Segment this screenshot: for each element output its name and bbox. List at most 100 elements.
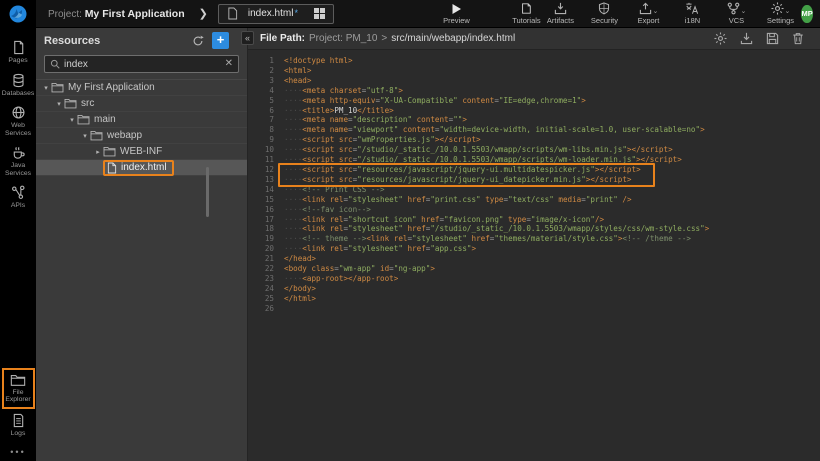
tree-item-label: src (81, 98, 94, 109)
file-explorer-icon (10, 373, 26, 387)
line-number: 1 (248, 56, 274, 66)
line-number: 25 (248, 294, 274, 304)
tree-collapse-arrow[interactable]: ▾ (67, 116, 77, 124)
tree-collapse-arrow[interactable]: ▾ (54, 100, 64, 108)
line-number: 22 (248, 264, 274, 274)
code-line: </html> (284, 294, 820, 304)
folder-icon (77, 114, 90, 125)
tree-item-src[interactable]: ▾ src (36, 96, 247, 112)
sidebar-item-databases[interactable]: Databases (1, 69, 35, 102)
export-button[interactable]: ⌄ Export (631, 2, 665, 25)
export-icon (639, 2, 652, 15)
tree-item-index-html[interactable]: index.html (36, 160, 247, 176)
logs-icon (12, 413, 25, 428)
code-line: ····<script src="resources/javascript/jq… (284, 175, 820, 185)
tree-item-webapp[interactable]: ▾ webapp (36, 128, 247, 144)
code-area[interactable]: 1234567891011121314151617181920212223242… (248, 50, 820, 461)
chevron-right-icon[interactable]: ❯ (199, 7, 208, 20)
vcs-button[interactable]: ⌄ VCS (719, 2, 753, 25)
tree-item-label: WEB-INF (120, 146, 162, 157)
code-editor: File Path: Project: PM_10 > src/main/web… (248, 28, 820, 461)
delete-file-icon[interactable] (792, 32, 804, 45)
code-line: ····<link rel="stylesheet" href="/studio… (284, 224, 820, 234)
grid-view-icon[interactable] (314, 8, 326, 20)
file-icon (227, 7, 238, 20)
code-line: ····<!-- theme --><link rel="stylesheet"… (284, 234, 820, 244)
line-number: 4 (248, 86, 274, 96)
collapse-panel-button[interactable]: « (241, 31, 254, 45)
sidebar-more-icon[interactable]: ••• (10, 441, 25, 461)
sidebar-item-java-services[interactable]: Java Services (1, 141, 35, 181)
code-line: <!doctype html> (284, 56, 820, 66)
code-line: ····<title>PM_10</title> (284, 106, 820, 116)
line-number: 8 (248, 125, 274, 135)
tree-item-web-inf[interactable]: ▸ WEB-INF (36, 144, 247, 160)
panel-scrollbar[interactable] (206, 167, 209, 217)
security-button[interactable]: Security (587, 2, 621, 25)
line-number: 11 (248, 155, 274, 165)
file-path-label: File Path: (260, 33, 305, 44)
project-breadcrumb: Project: My First Application (48, 8, 185, 20)
project-name: My First Application (85, 8, 185, 20)
save-file-icon[interactable] (766, 32, 779, 45)
tutorials-button[interactable]: Tutorials (509, 2, 543, 25)
line-number: 12 (248, 165, 274, 175)
apis-icon (11, 185, 26, 200)
i18n-icon (685, 2, 699, 15)
project-label: Project: (48, 9, 82, 20)
line-number-gutter: 1234567891011121314151617181920212223242… (248, 56, 274, 314)
sidebar-item-logs[interactable]: Logs (1, 409, 35, 442)
folder-icon (103, 146, 116, 157)
code-line: <body class="wm-app" id="ng-app"> (284, 264, 820, 274)
code-line: <html> (284, 66, 820, 76)
file-path-project: Project: PM_10 (309, 33, 377, 44)
editor-settings-icon[interactable] (714, 32, 727, 45)
tree-item-my-first-application[interactable]: ▾ My First Application (36, 80, 247, 96)
artifacts-icon (554, 2, 567, 15)
pages-icon (11, 40, 26, 55)
download-file-icon[interactable] (740, 32, 753, 45)
play-icon (451, 2, 462, 15)
tree-collapse-arrow[interactable]: ▾ (41, 84, 51, 92)
line-number: 13 (248, 175, 274, 185)
file-icon (107, 162, 117, 174)
tree-item-label: index.html (121, 162, 167, 173)
line-number: 2 (248, 66, 274, 76)
open-file-tab[interactable]: index.html* (218, 4, 335, 24)
clear-search-icon[interactable]: ✕ (225, 59, 233, 69)
resources-panel: Resources + « ✕ ▾ My First Application ▾… (36, 28, 248, 461)
refresh-icon[interactable] (192, 35, 204, 47)
line-number: 7 (248, 115, 274, 125)
add-resource-button[interactable]: + (212, 32, 229, 49)
code-line: ····<script src="/studio/_static_/10.0.1… (284, 155, 820, 165)
settings-button[interactable]: ⌄ Settings (763, 2, 797, 25)
code-line: ····<meta name="viewport" content="width… (284, 125, 820, 135)
file-path-separator: > (381, 33, 387, 44)
tree-item-main[interactable]: ▾ main (36, 112, 247, 128)
sidebar-item-file-explorer[interactable]: File Explorer (2, 368, 35, 409)
preview-button[interactable]: Preview (439, 2, 473, 25)
search-input[interactable] (64, 59, 221, 70)
line-number: 21 (248, 254, 274, 264)
sidebar-item-apis[interactable]: APIs (1, 181, 35, 214)
code-line: ····<meta http-equiv="X-UA-Compatible" c… (284, 96, 820, 106)
topbar-actions: Artifacts Security ⌄ Export i18N ⌄ VCS ⌄… (543, 2, 797, 25)
tree-collapse-arrow[interactable]: ▾ (80, 132, 90, 140)
sidebar-item-web-services[interactable]: Web Services (1, 101, 35, 141)
line-number: 15 (248, 195, 274, 205)
editor-toolbar (714, 32, 804, 45)
code-line: ····<link rel="stylesheet" href="print.c… (284, 195, 820, 205)
wavemaker-logo[interactable] (0, 0, 36, 28)
sidebar-item-pages[interactable]: Pages (1, 36, 35, 69)
wavemaker-logo-icon (8, 4, 28, 24)
line-number: 18 (248, 224, 274, 234)
code-line (284, 304, 820, 314)
user-avatar[interactable]: MP (801, 5, 812, 23)
line-number: 26 (248, 304, 274, 314)
tree-expand-arrow[interactable]: ▸ (93, 148, 103, 156)
code-line: ····<link rel="shortcut icon" href="favi… (284, 215, 820, 225)
chevron-down-icon: ⌄ (653, 8, 659, 15)
line-number: 5 (248, 96, 274, 106)
i18n-button[interactable]: i18N (675, 2, 709, 25)
artifacts-button[interactable]: Artifacts (543, 2, 577, 25)
